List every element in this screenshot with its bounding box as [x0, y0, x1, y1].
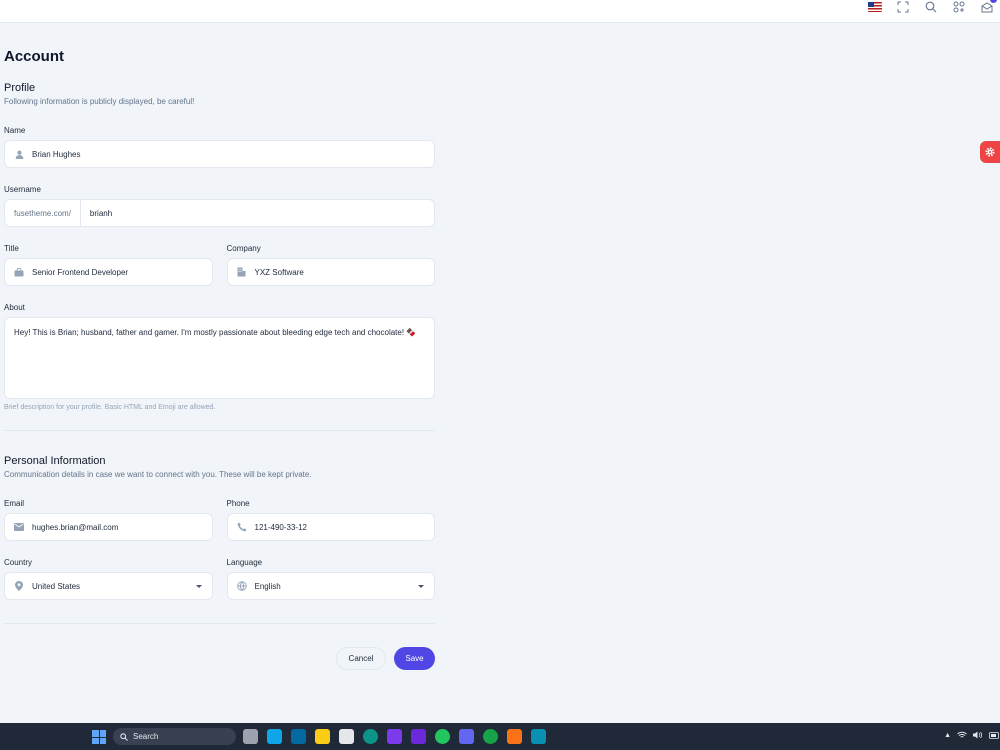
taskbar-search[interactable]: Search	[113, 728, 236, 745]
chrome-browser-icon[interactable]	[435, 729, 450, 744]
whatsapp-app-icon[interactable]	[483, 729, 498, 744]
location-pin-icon	[14, 581, 24, 591]
windows-logo-icon	[92, 730, 99, 737]
title-label: Title	[4, 244, 19, 253]
edge-browser-icon[interactable]	[363, 729, 378, 744]
about-hint: Brief description for your profile. Basi…	[4, 404, 216, 411]
teams-app-icon[interactable]	[459, 729, 474, 744]
username-label: Username	[4, 185, 41, 194]
country-field-group: Country United States	[4, 558, 213, 600]
username-value: brianh	[89, 208, 113, 218]
outlook-app-icon[interactable]	[291, 729, 306, 744]
language-value: English	[254, 581, 281, 591]
country-select[interactable]: United States	[4, 572, 213, 600]
email-value: hughes.brian@mail.com	[32, 522, 119, 532]
windows-logo-icon	[99, 737, 106, 744]
title-value: Senior Frontend Developer	[32, 267, 129, 277]
page-title: Account	[4, 48, 64, 65]
volume-icon[interactable]	[973, 731, 983, 739]
remote-desktop-icon[interactable]	[531, 729, 546, 744]
profile-section-subtitle: Following information is publicly displa…	[4, 97, 195, 106]
phone-icon	[237, 522, 247, 532]
messages-icon	[981, 2, 993, 13]
task-view-icon[interactable]	[243, 729, 258, 744]
language-label: Language	[226, 558, 263, 567]
chevron-down-icon	[195, 585, 202, 588]
chevron-up-icon[interactable]: ▲	[944, 732, 951, 739]
windows-start-button[interactable]	[92, 730, 106, 744]
mail-icon	[14, 522, 24, 532]
name-field-group: Name Brian Hughes	[4, 126, 435, 168]
title-input[interactable]: Senior Frontend Developer	[4, 258, 213, 286]
search-icon	[120, 732, 128, 741]
form-actions: Cancel Save	[4, 647, 435, 670]
visual-studio-icon[interactable]	[387, 729, 402, 744]
cancel-button[interactable]: Cancel	[336, 647, 386, 670]
building-icon	[237, 267, 247, 277]
language-flag-button[interactable]	[868, 0, 882, 14]
briefcase-icon	[14, 267, 24, 277]
chevron-down-icon	[418, 585, 424, 588]
section-divider	[4, 430, 435, 431]
notification-badge	[990, 0, 997, 3]
email-field-group: Email hughes.brian@mail.com	[4, 499, 213, 541]
name-label: Name	[4, 126, 26, 135]
user-icon	[14, 149, 24, 159]
personal-section-subtitle: Communication details in case we want to…	[4, 470, 312, 479]
personal-section-title: Personal Information	[4, 455, 106, 467]
language-field-group: Language English	[226, 558, 435, 600]
email-label: Email	[4, 499, 25, 508]
settings-drawer-button[interactable]	[980, 141, 1000, 163]
taskbar-search-placeholder: Search	[133, 732, 159, 741]
battery-icon[interactable]	[989, 731, 1000, 739]
shortcuts-button[interactable]	[952, 0, 966, 14]
windows-logo-icon	[99, 730, 106, 737]
shortcuts-icon	[953, 1, 965, 13]
username-prefix: fusetheme.com/	[14, 200, 81, 226]
company-label: Company	[226, 244, 261, 253]
company-value: YXZ Software	[254, 267, 304, 277]
about-textarea[interactable]: Hey! This is Brian; husband, father and …	[4, 317, 435, 399]
file-explorer-icon[interactable]	[315, 729, 330, 744]
top-bar	[0, 0, 1000, 23]
phone-label: Phone	[226, 499, 250, 508]
taskbar-apps	[243, 729, 546, 744]
country-label: Country	[4, 558, 33, 567]
mail-app-icon[interactable]	[267, 729, 282, 744]
section-divider	[4, 623, 435, 624]
widgets-app-icon[interactable]	[507, 729, 522, 744]
company-input[interactable]: YXZ Software	[226, 258, 435, 286]
about-field-group: About Hey! This is Brian; husband, fathe…	[4, 303, 435, 412]
title-field-group: Title Senior Frontend Developer	[4, 244, 213, 286]
wifi-icon[interactable]	[957, 731, 967, 739]
name-input[interactable]: Brian Hughes	[4, 140, 435, 168]
email-input[interactable]: hughes.brian@mail.com	[4, 513, 213, 541]
messages-button[interactable]	[980, 0, 997, 14]
system-tray: ▲	[944, 731, 1000, 739]
save-button[interactable]: Save	[394, 647, 435, 670]
phone-input[interactable]: 121-490-33-12	[226, 513, 435, 541]
gear-icon	[985, 147, 995, 157]
company-field-group: Company YXZ Software	[226, 244, 435, 286]
country-value: United States	[32, 581, 81, 591]
username-input[interactable]: fusetheme.com/ brianh	[4, 199, 435, 227]
windows-logo-icon	[92, 737, 99, 744]
store-app-icon[interactable]	[339, 729, 354, 744]
terminal-app-icon[interactable]	[411, 729, 426, 744]
search-icon	[925, 1, 937, 13]
flag-us-icon	[868, 2, 882, 12]
username-field-group: Username fusetheme.com/ brianh	[4, 185, 435, 227]
globe-icon	[236, 581, 247, 591]
fullscreen-icon	[897, 1, 909, 13]
phone-field-group: Phone 121-490-33-12	[226, 499, 435, 541]
account-form: Account Profile Following information is…	[4, 48, 435, 670]
os-taskbar: Search ▲	[0, 723, 1000, 750]
search-button[interactable]	[924, 0, 938, 14]
about-label: About	[4, 303, 25, 312]
language-select[interactable]: English	[226, 572, 435, 600]
phone-value: 121-490-33-12	[254, 522, 307, 532]
name-value: Brian Hughes	[32, 149, 81, 159]
profile-section-title: Profile	[4, 82, 36, 94]
fullscreen-button[interactable]	[896, 0, 910, 14]
